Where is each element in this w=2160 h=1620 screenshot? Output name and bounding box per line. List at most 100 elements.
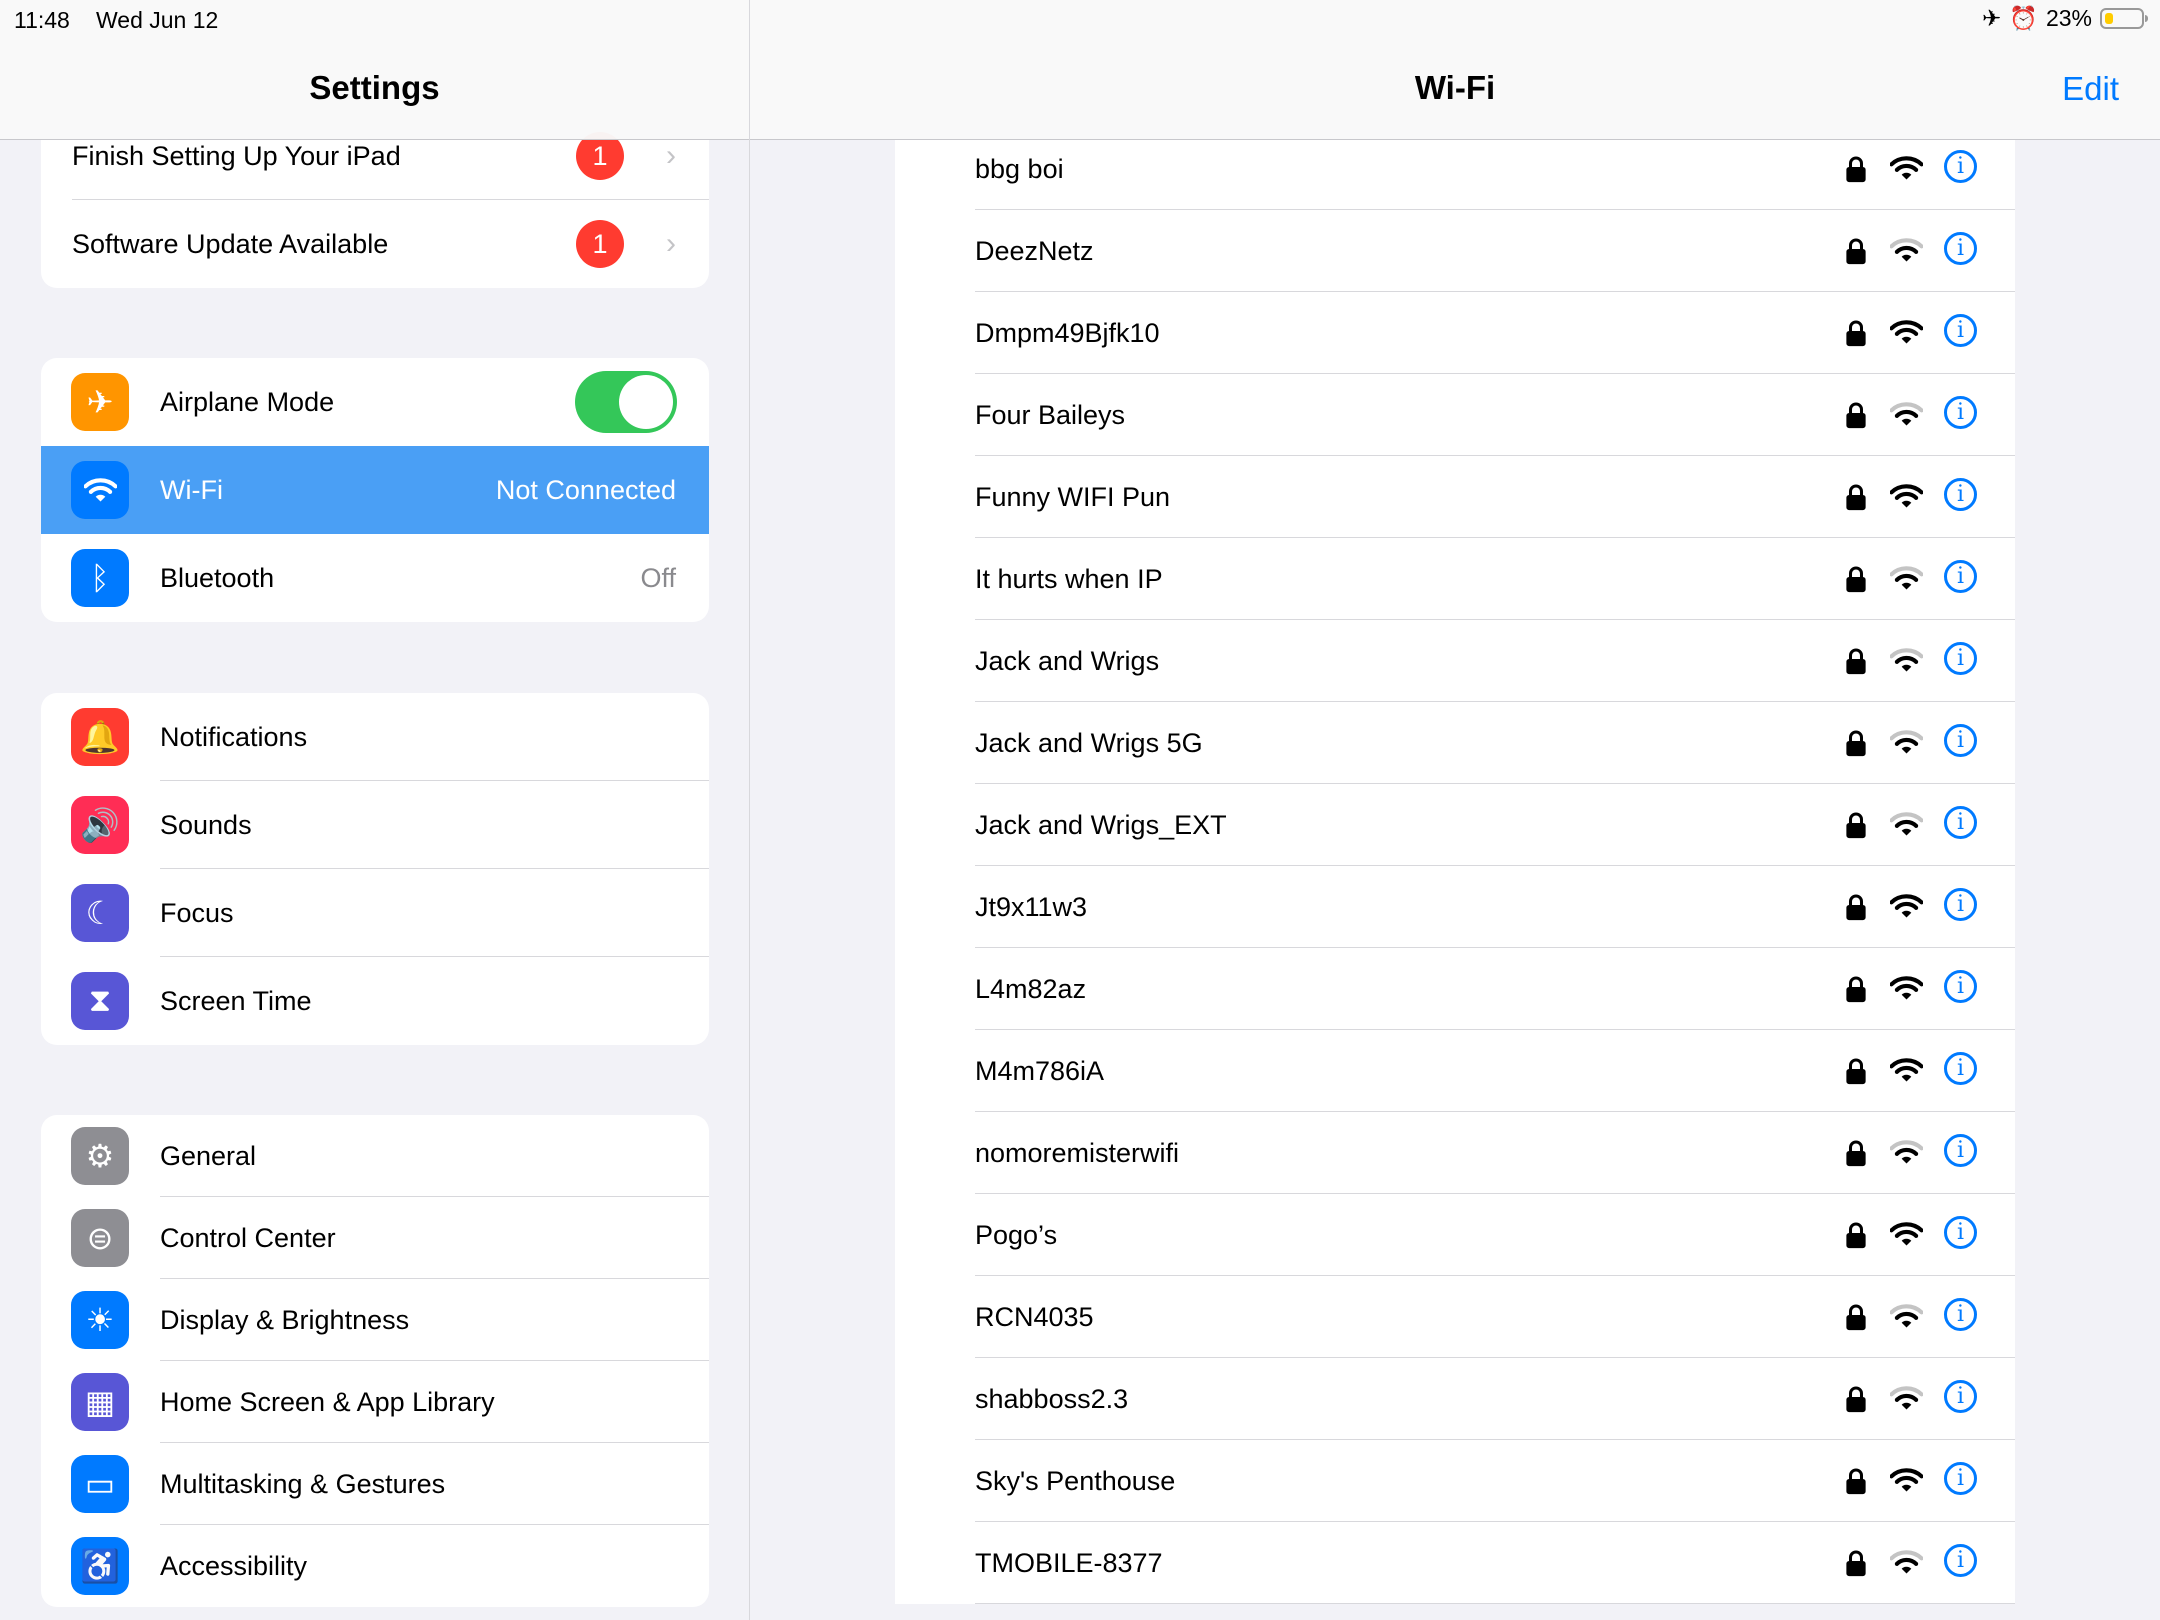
network-row[interactable]: Jack and Wrigs_EXT i [895,784,2015,866]
network-row[interactable]: Dmpm49Bjfk10 i [895,292,2015,374]
sidebar-item-home-screen-app-library[interactable]: ▦ Home Screen & App Library [41,1361,709,1443]
network-name: L4m82az [975,973,1087,1004]
notification-badge: 1 [576,220,624,268]
wifi-signal-icon [1889,484,1924,516]
wifi-signal-icon [1889,1058,1924,1090]
sidebar-item-accessibility[interactable]: ♿ Accessibility [41,1525,709,1607]
network-row[interactable]: Sky's Penthouse i [895,1440,2015,1522]
network-name: Pogo’s [975,1219,1058,1250]
chevron-right-icon: › [666,139,676,172]
network-list: bbg boi i DeezNetz i Dmpm49Bjfk10 i Four… [895,128,2015,1604]
sidebar-item-bluetooth[interactable]: ᛒ Bluetooth Off [41,534,709,622]
info-icon[interactable]: i [1944,150,1977,183]
info-icon[interactable]: i [1944,970,1977,1003]
info-icon[interactable]: i [1944,1298,1977,1331]
sidebar-item-sounds[interactable]: 🔊 Sounds [41,781,709,869]
network-name: TMOBILE-8377 [975,1547,1163,1578]
airplane-mode-toggle[interactable] [575,371,677,433]
info-icon[interactable]: i [1944,642,1977,675]
info-icon[interactable]: i [1944,724,1977,757]
sidebar-item-airplane-mode[interactable]: ✈ Airplane Mode [41,358,709,446]
network-row[interactable]: Jack and Wrigs i [895,620,2015,702]
sidebar-title: Settings [309,69,440,106]
info-icon[interactable]: i [1944,888,1977,921]
sidebar-item-wi-fi[interactable]: Wi-Fi Not Connected [41,446,709,534]
status-indicators: ✈ ⏰ 23% [1982,5,2148,32]
sidebar-item-label: Control Center [160,1222,336,1253]
lock-icon [1845,729,1867,764]
network-row[interactable]: It hurts when IP i [895,538,2015,620]
network-row[interactable]: Jack and Wrigs 5G i [895,702,2015,784]
accessibility-icon: ♿ [71,1537,129,1595]
info-icon[interactable]: i [1944,1380,1977,1413]
network-name: Funny WIFI Pun [975,481,1171,512]
network-row[interactable]: bbg boi i [895,128,2015,210]
lock-icon [1845,647,1867,682]
network-row[interactable]: shabboss2.3 i [895,1358,2015,1440]
network-name: M4m786iA [975,1055,1105,1086]
network-row[interactable]: Funny WIFI Pun i [895,456,2015,538]
airplane-icon: ✈ [71,373,129,431]
battery-fill [2105,13,2113,24]
info-icon[interactable]: i [1944,1462,1977,1495]
network-row[interactable]: M4m786iA i [895,1030,2015,1112]
sidebar-item-label: Accessibility [160,1550,308,1581]
network-row[interactable]: Jt9x11w3 i [895,866,2015,948]
info-icon[interactable]: i [1944,1544,1977,1577]
lock-icon [1845,1221,1867,1256]
info-icon[interactable]: i [1944,806,1977,839]
sidebar-item-label: Sounds [160,809,252,840]
network-row[interactable]: DeezNetz i [895,210,2015,292]
sidebar-item-label: Screen Time [160,985,312,1016]
sidebar-item-label: Software Update Available [72,228,389,259]
detail-title: Wi-Fi [1414,69,1496,106]
sidebar-item-display-brightness[interactable]: ☀ Display & Brightness [41,1279,709,1361]
info-icon[interactable]: i [1944,560,1977,593]
sidebar-item-label: Display & Brightness [160,1304,410,1335]
battery-percent: 23% [2045,5,2092,31]
network-row[interactable]: Four Baileys i [895,374,2015,456]
info-icon[interactable]: i [1944,1134,1977,1167]
connectivity-group: ✈ Airplane Mode Wi-Fi Not Connected ᛒ Bluetoo… [41,358,709,622]
edit-button[interactable]: Edit [2062,70,2119,108]
network-name: shabboss2.3 [975,1383,1129,1414]
sidebar-item-label: Finish Setting Up Your iPad [72,140,401,171]
network-row[interactable]: RCN4035 i [895,1276,2015,1358]
sidebar-item-multitasking-gestures[interactable]: ▭ Multitasking & Gestures [41,1443,709,1525]
wifi-signal-icon [1889,402,1924,434]
info-icon[interactable]: i [1944,232,1977,265]
info-icon[interactable]: i [1944,314,1977,347]
network-row[interactable]: L4m82az i [895,948,2015,1030]
sidebar-item-control-center[interactable]: ⊜ Control Center [41,1197,709,1279]
sidebar-item-label: Wi-Fi [160,474,223,505]
notifications-group: 🔔 Notifications 🔊 Sounds ☾ Focus ⧗ Screen Time [41,693,709,1045]
sidebar-item-general[interactable]: ⚙ General [41,1115,709,1197]
network-row[interactable]: TMOBILE-8377 i [895,1522,2015,1604]
lock-icon [1845,1057,1867,1092]
sidebar-item-label: Airplane Mode [160,386,335,417]
network-row[interactable]: nomoremisterwifi i [895,1112,2015,1194]
switches-icon: ⊜ [71,1209,129,1267]
wifi-signal-icon [1889,1222,1924,1254]
network-row[interactable]: Pogo’s i [895,1194,2015,1276]
alarm-icon: ⏰ [2009,5,2038,31]
info-icon[interactable]: i [1944,396,1977,429]
info-icon[interactable]: i [1944,1216,1977,1249]
lock-icon [1845,319,1867,354]
wifi-signal-icon [1889,1550,1924,1582]
sidebar-item-screen-time[interactable]: ⧗ Screen Time [41,957,709,1045]
sidebar-item-notifications[interactable]: 🔔 Notifications [41,693,709,781]
info-icon[interactable]: i [1944,1052,1977,1085]
sun-icon: ☀ [71,1291,129,1349]
wifi-signal-icon [1889,812,1924,844]
network-name: Sky's Penthouse [975,1465,1176,1496]
info-icon[interactable]: i [1944,478,1977,511]
sidebar-item-focus[interactable]: ☾ Focus [41,869,709,957]
ipad-screen: Finish Setting Up Your iPad 1 › Software Up… [0,0,2160,1620]
network-name: It hurts when IP [975,563,1163,594]
sidebar-item-software-update-available[interactable]: Software Update Available 1 › [41,200,709,288]
network-name: nomoremisterwifi [975,1137,1180,1168]
wifi-signal-icon [1889,1140,1924,1172]
speaker-icon: 🔊 [71,796,129,854]
sidebar-item-label: Notifications [160,721,308,752]
